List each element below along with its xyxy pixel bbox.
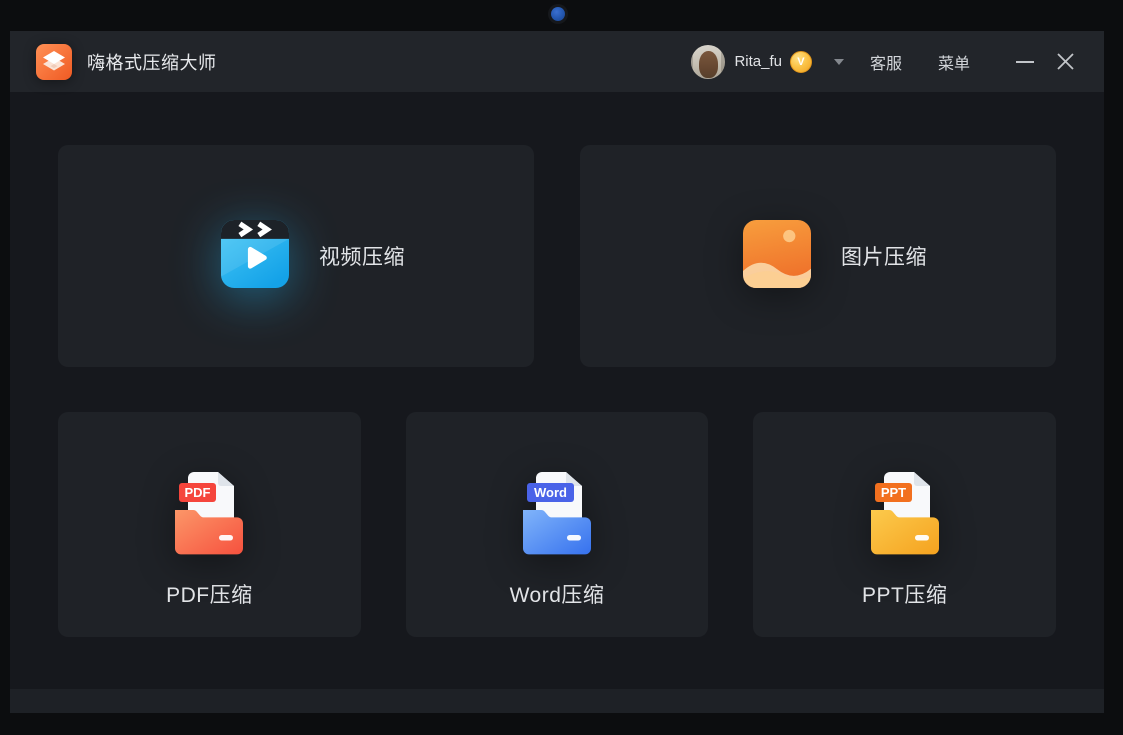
- user-name: Rita_fu: [734, 53, 782, 70]
- card-label-video: 视频压缩: [319, 241, 405, 271]
- pdf-icon: PDF: [172, 470, 246, 556]
- avatar[interactable]: [691, 45, 725, 79]
- image-icon: [743, 220, 811, 288]
- footer-bar: [10, 689, 1104, 713]
- card-row-bottom: PDF PDF压缩 Word: [58, 412, 1056, 637]
- vip-badge-icon: V: [790, 51, 812, 73]
- app-title: 嗨格式压缩大师: [87, 49, 217, 75]
- card-image-compress[interactable]: 图片压缩: [580, 145, 1056, 367]
- camera-indicator-dot: [551, 7, 565, 21]
- card-pdf-compress[interactable]: PDF PDF压缩: [58, 412, 361, 637]
- pdf-badge-text: PDF: [185, 485, 211, 500]
- card-label-word: Word压缩: [510, 579, 605, 609]
- minimize-icon: [1016, 61, 1034, 63]
- app-logo-icon: [36, 44, 72, 80]
- word-badge-text: Word: [534, 485, 567, 500]
- chevron-down-icon[interactable]: [834, 59, 844, 65]
- ppt-icon: PPT: [868, 470, 942, 556]
- title-bar: 嗨格式压缩大师 Rita_fu V 客服 菜单: [10, 31, 1104, 92]
- close-icon: [1056, 52, 1075, 71]
- close-button[interactable]: [1052, 49, 1078, 75]
- app-window: 嗨格式压缩大师 Rita_fu V 客服 菜单: [10, 31, 1104, 713]
- user-account-menu[interactable]: Rita_fu V: [691, 45, 844, 79]
- window-controls: [1012, 49, 1078, 75]
- ppt-badge-text: PPT: [881, 485, 906, 500]
- menu-button[interactable]: 菜单: [938, 50, 970, 74]
- card-ppt-compress[interactable]: PPT PPT压缩: [753, 412, 1056, 637]
- word-icon: Word: [520, 470, 594, 556]
- card-label-image: 图片压缩: [841, 241, 927, 271]
- card-row-top: 视频压缩: [58, 145, 1056, 367]
- customer-service-button[interactable]: 客服: [870, 50, 902, 74]
- minimize-button[interactable]: [1012, 49, 1038, 75]
- video-icon: [221, 220, 289, 288]
- card-label-ppt: PPT压缩: [862, 579, 947, 609]
- card-video-compress[interactable]: 视频压缩: [58, 145, 534, 367]
- card-label-pdf: PDF压缩: [166, 579, 253, 609]
- card-word-compress[interactable]: Word Word压缩: [406, 412, 709, 637]
